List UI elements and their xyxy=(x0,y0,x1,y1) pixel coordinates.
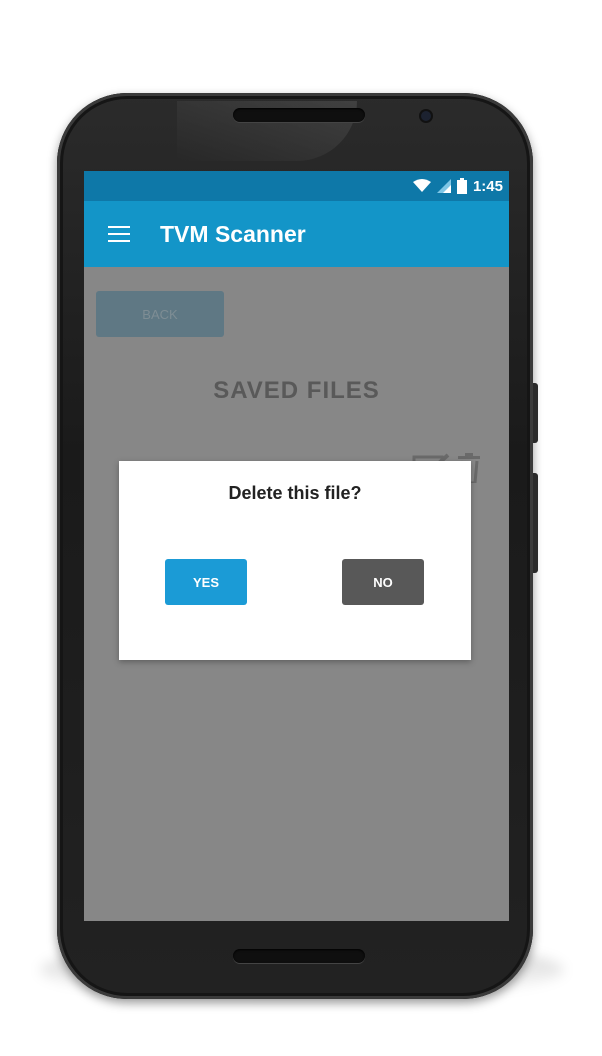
status-icons: 1:45 xyxy=(412,171,503,201)
delete-confirm-dialog: Delete this file? YES NO xyxy=(119,461,471,660)
app-title: TVM Scanner xyxy=(160,220,306,247)
app-bar: TVM Scanner xyxy=(84,201,509,267)
power-button xyxy=(533,473,538,573)
status-time: 1:45 xyxy=(472,177,503,195)
front-camera xyxy=(421,111,431,121)
bottom-speaker xyxy=(233,949,365,963)
no-button[interactable]: NO xyxy=(342,559,424,605)
yes-button[interactable]: YES xyxy=(165,559,247,605)
status-bar: 1:45 xyxy=(84,171,509,201)
signal-icon xyxy=(436,179,451,193)
app-screen: 1:45 TVM Scanner BACK SAVED FILES Delete… xyxy=(84,171,509,921)
battery-icon xyxy=(456,178,467,194)
volume-button xyxy=(533,383,538,443)
section-title: SAVED FILES xyxy=(213,377,380,404)
back-button[interactable]: BACK xyxy=(96,291,224,337)
hamburger-menu-icon[interactable] xyxy=(108,226,130,242)
top-speaker xyxy=(233,108,365,122)
dialog-message: Delete this file? xyxy=(228,483,362,503)
wifi-icon xyxy=(412,179,431,192)
